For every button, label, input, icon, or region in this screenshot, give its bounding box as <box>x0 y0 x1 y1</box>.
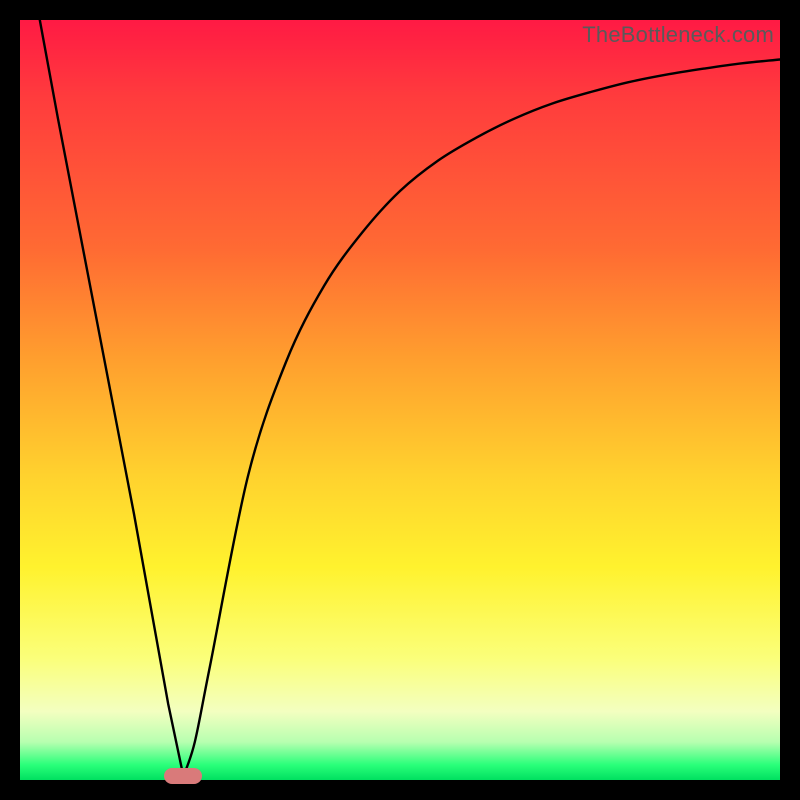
bottleneck-curve <box>20 20 780 780</box>
plot-frame: TheBottleneck.com <box>20 20 780 780</box>
optimum-marker <box>164 768 202 784</box>
curve-path <box>40 20 780 776</box>
